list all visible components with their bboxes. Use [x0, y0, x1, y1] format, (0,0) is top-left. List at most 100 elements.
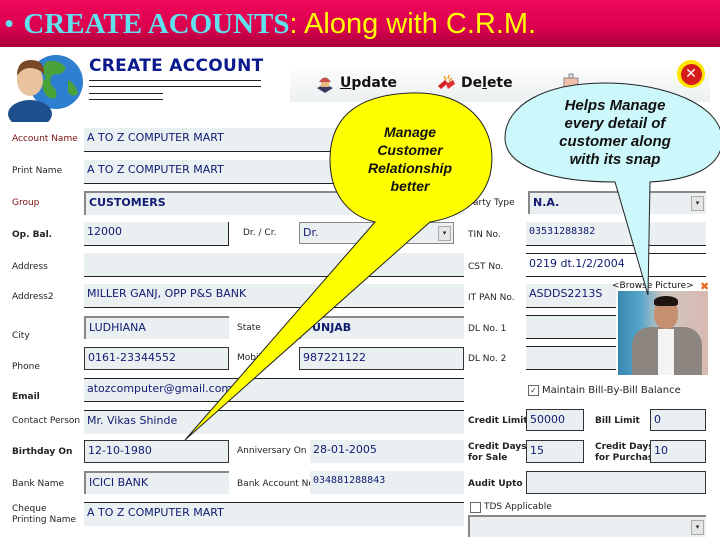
form-title: CREATE ACCOUNT [89, 56, 264, 76]
delete-icon [438, 74, 455, 89]
cheque-name-label-1: Cheque [12, 504, 47, 514]
cheque-name-input[interactable]: A TO Z COMPUTER MART [84, 502, 464, 526]
credit-limit-input[interactable]: 50000 [526, 409, 584, 431]
maintain-bill-checkbox[interactable]: ✓ [528, 385, 539, 396]
dl-no1-label: DL No. 1 [468, 324, 507, 334]
title-underline [89, 80, 261, 81]
op-bal-input[interactable]: 12000 [84, 222, 229, 246]
chevron-down-icon[interactable]: ▾ [691, 520, 704, 535]
bank-name-input[interactable]: ICICI BANK [84, 471, 229, 494]
delete-rest: ete [486, 75, 513, 91]
update-rest: pdate [351, 75, 398, 91]
close-button[interactable]: ✕ [677, 60, 705, 88]
update-icon [317, 77, 333, 93]
delete-button[interactable]: Delete [435, 72, 513, 94]
phone-input[interactable]: 0161-23344552 [84, 347, 229, 370]
audit-upto-input[interactable] [526, 471, 706, 494]
birthday-input[interactable]: 12-10-1980 [84, 440, 229, 463]
party-type-value: N.A. [533, 196, 560, 209]
state-label: State [237, 323, 261, 333]
tds-select[interactable]: ▾ [468, 515, 706, 537]
city-label: City [12, 331, 30, 341]
anniversary-label: Anniversary On [237, 446, 307, 456]
bank-account-input[interactable]: 034881288843 [310, 471, 464, 494]
dr-cr-select[interactable]: Dr. ▾ [299, 222, 454, 244]
user-globe-icon [8, 55, 83, 122]
dl-no2-input[interactable] [526, 346, 616, 370]
title-cyan: CREATE ACOUNTS [23, 8, 290, 40]
blue-callout-text: Helps Manage every detail of customer al… [520, 97, 710, 169]
address2-label: Address2 [12, 292, 54, 302]
tds-applicable-checkbox[interactable] [470, 502, 481, 513]
bank-account-label: Bank Account No. [237, 479, 317, 489]
add-button[interactable] [562, 72, 580, 90]
tds-applicable-label: TDS Applicable [484, 502, 552, 512]
update-button[interactable]: Update [314, 72, 397, 94]
group-label: Group [12, 198, 40, 208]
yellow-callout-text: Manage Customer Relationship better [345, 123, 475, 195]
blue-callout-line: every detail of [564, 115, 666, 132]
bank-name-label: Bank Name [12, 479, 65, 489]
yellow-callout-line: better [390, 178, 430, 194]
party-type-select[interactable]: N.A. ▾ [528, 191, 706, 214]
chevron-down-icon[interactable]: ▾ [438, 226, 451, 241]
credit-days-purchase-label-1: Credit Days [595, 442, 654, 452]
address-input[interactable] [84, 253, 464, 277]
contact-person-label: Contact Person [12, 416, 81, 426]
yellow-callout-line: Customer [377, 142, 443, 158]
customer-photo [618, 291, 708, 375]
bill-limit-label: Bill Limit [595, 416, 640, 426]
address-label: Address [12, 262, 48, 272]
birthday-label: Birthday On [12, 447, 73, 457]
party-type-label: Party Type [468, 198, 515, 208]
delete-pre: De [461, 75, 483, 91]
anniversary-input[interactable]: 28-01-2005 [310, 440, 464, 463]
maintain-bill-label: Maintain Bill-By-Bill Balance [542, 385, 681, 396]
title-yellow: : Along with C.R.M. [289, 8, 537, 40]
it-pan-label: IT PAN No. [468, 293, 515, 303]
clipboard-icon [563, 73, 579, 89]
contact-person-input[interactable]: Mr. Vikas Shinde [84, 410, 464, 434]
audit-upto-label: Audit Upto [468, 479, 523, 489]
phone-label: Phone [12, 362, 40, 372]
update-label: Update [340, 75, 397, 91]
title-underline [89, 99, 163, 100]
tin-no-input[interactable]: 03531288382 [526, 222, 706, 246]
tin-no-label: TIN No. [468, 230, 501, 240]
blue-callout-line: Helps Manage [564, 97, 666, 114]
cheque-name-label-2: Printing Name [12, 515, 77, 525]
mobile-input[interactable]: 987221122 [299, 347, 464, 370]
photo-hair [654, 296, 678, 306]
credit-days-purchase-input[interactable]: 10 [650, 440, 706, 463]
mobile-label: Mobile [237, 353, 267, 363]
city-input[interactable]: LUDHIANA [84, 316, 229, 339]
email-input[interactable]: atozcomputer@gmail.com [84, 378, 464, 402]
state-input[interactable]: PUNJAB [299, 316, 464, 339]
yellow-callout-line: Manage [383, 124, 437, 140]
credit-days-sale-label-2: for Sale [468, 453, 508, 463]
blue-callout-line: with its snap [569, 151, 661, 168]
blue-callout-line: customer along [559, 133, 671, 150]
dr-cr-value: Dr. [303, 226, 319, 239]
bill-limit-input[interactable]: 0 [650, 409, 706, 431]
op-bal-label: Op. Bal. [12, 230, 53, 240]
cst-no-label: CST No. [468, 262, 504, 272]
print-name-label: Print Name [12, 166, 63, 176]
account-name-label: Account Name [12, 134, 78, 144]
delete-label: Delete [461, 75, 513, 91]
toolbar: Update Delete [290, 62, 710, 102]
address2-input[interactable]: MILLER GANJ, OPP P&S BANK [84, 284, 464, 308]
dl-no1-input[interactable] [526, 315, 616, 339]
yellow-callout-line: Relationship [367, 160, 452, 176]
credit-limit-label: Credit Limit [468, 416, 528, 426]
bullet: • [4, 8, 15, 40]
close-icon: ✕ [680, 63, 702, 85]
dl-no2-label: DL No. 2 [468, 354, 507, 364]
cst-no-input[interactable]: 0219 dt.1/2/2004 [526, 253, 706, 277]
update-accel: U [340, 75, 352, 91]
credit-days-sale-input[interactable]: 15 [526, 440, 584, 463]
chevron-down-icon[interactable]: ▾ [691, 196, 704, 211]
credit-days-sale-label-1: Credit Days [468, 442, 527, 452]
browse-picture-link[interactable]: <Browse Picture> [612, 281, 694, 291]
it-pan-input[interactable]: ASDDS2213S [526, 284, 616, 308]
